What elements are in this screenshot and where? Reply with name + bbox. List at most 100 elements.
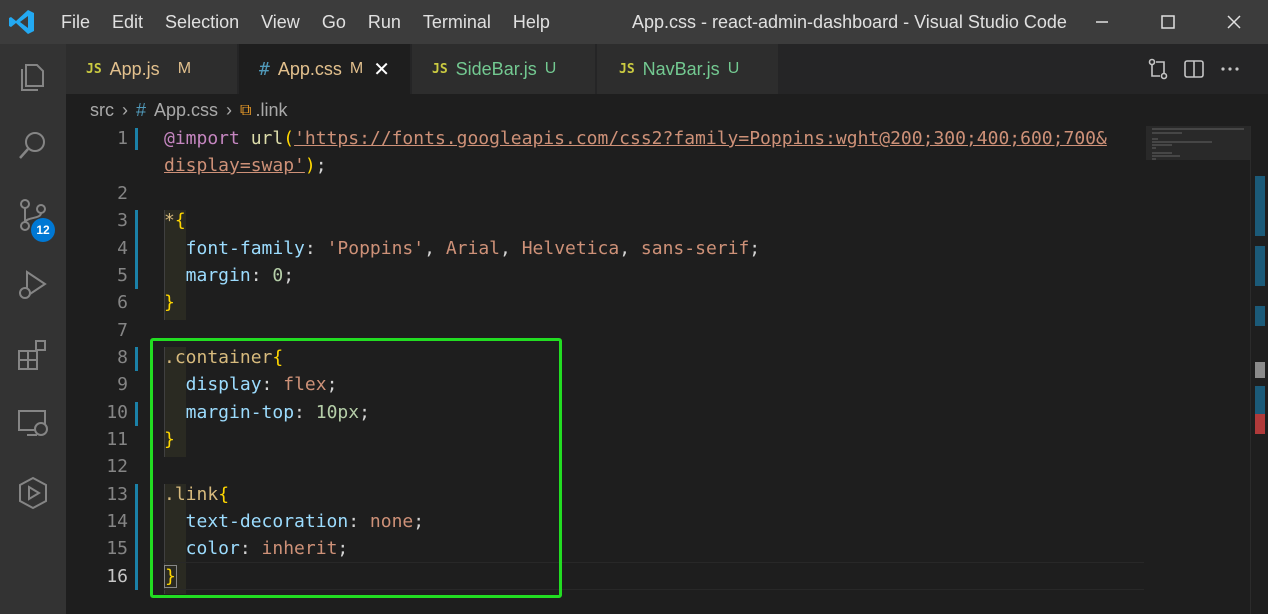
minimap[interactable]	[1146, 126, 1250, 614]
maximize-icon	[1161, 15, 1175, 29]
vscode-logo-icon[interactable]	[8, 8, 36, 36]
run-debug-button[interactable]	[12, 264, 54, 306]
function-name: url	[250, 128, 284, 149]
scrollbar-change-marker	[1255, 386, 1265, 414]
line-number: 12	[106, 456, 128, 477]
minimap-line	[1152, 152, 1172, 154]
scrollbar-change-marker	[1255, 246, 1265, 286]
javascript-file-icon: JS	[86, 61, 102, 77]
comma: ,	[619, 238, 641, 259]
close-button[interactable]	[1204, 0, 1264, 44]
menu-edit[interactable]: Edit	[101, 0, 154, 44]
value: Arial	[445, 238, 500, 259]
scrollbar-cursor-marker	[1255, 414, 1265, 434]
git-status-modified: M	[177, 60, 192, 77]
menu-terminal[interactable]: Terminal	[412, 0, 502, 44]
comma: ,	[500, 238, 522, 259]
search-button[interactable]	[12, 124, 54, 166]
git-change-marker	[135, 402, 138, 426]
tab-app-js[interactable]: JS App.js M	[66, 44, 238, 94]
vertical-scrollbar[interactable]	[1250, 126, 1268, 614]
compare-changes-button[interactable]	[1140, 44, 1176, 94]
more-actions-icon	[1221, 67, 1239, 71]
line-number: 11	[106, 429, 128, 450]
breadcrumb: src › # App.css › ⧉ .link	[66, 94, 1146, 126]
line-number: 10	[106, 402, 128, 423]
selector: *	[164, 210, 175, 231]
editor-actions	[1140, 44, 1248, 94]
tab-app-css[interactable]: # App.css M ✕	[239, 44, 411, 94]
menu-view[interactable]: View	[250, 0, 311, 44]
minimize-icon	[1096, 21, 1108, 23]
minimap-line	[1152, 141, 1212, 143]
line-number: 9	[117, 374, 128, 395]
brace: {	[174, 210, 186, 231]
tab-label: App.css	[277, 58, 342, 79]
search-icon	[19, 132, 45, 159]
line-number: 7	[117, 320, 128, 341]
menu-selection[interactable]: Selection	[154, 0, 250, 44]
value: sans-serif	[640, 238, 750, 259]
explorer-icon	[21, 64, 44, 91]
minimap-line	[1152, 158, 1156, 160]
line-number: 4	[117, 238, 128, 259]
url-string[interactable]: 'https://fonts.googleapis.com/css2?famil…	[294, 128, 1107, 149]
scrollbar-change-marker	[1255, 176, 1265, 236]
code-line-3: *{	[164, 210, 186, 231]
tab-label: NavBar.js	[642, 58, 720, 79]
menu-file[interactable]: File	[50, 0, 101, 44]
maximize-button[interactable]	[1138, 0, 1198, 44]
breadcrumb-symbol[interactable]: .link	[255, 100, 287, 121]
menu-help[interactable]: Help	[502, 0, 561, 44]
value: 'Poppins'	[326, 238, 425, 259]
menu-run[interactable]: Run	[357, 0, 412, 44]
code-line-5: margin: 0;	[164, 265, 294, 286]
paren: )	[304, 155, 316, 176]
chevron-right-icon: ›	[122, 99, 128, 120]
run-debug-icon	[19, 270, 47, 299]
code-line-1-wrap: display=swap');	[164, 155, 327, 176]
minimize-button[interactable]	[1072, 0, 1132, 44]
remote-explorer-button[interactable]	[12, 402, 54, 444]
tab-sidebar-js[interactable]: JS SideBar.js U	[412, 44, 596, 94]
tab-label: SideBar.js	[455, 58, 537, 79]
gitlens-button[interactable]	[12, 472, 54, 514]
brace: }	[164, 292, 175, 313]
menu-bar: File Edit Selection View Go Run Terminal…	[50, 0, 561, 44]
git-change-marker	[135, 484, 138, 590]
line-number: 16	[106, 566, 128, 587]
close-icon	[1227, 15, 1241, 29]
line-number: 15	[106, 538, 128, 559]
gitlens-icon	[19, 476, 47, 510]
minimap-line	[1152, 144, 1172, 146]
breadcrumb-folder[interactable]: src	[90, 100, 114, 121]
extensions-button[interactable]	[12, 334, 54, 376]
code-line-1: @import url('https://fonts.googleapis.co…	[164, 128, 1107, 149]
css-file-icon: #	[259, 58, 270, 80]
colon: :	[250, 265, 273, 286]
colon: :	[304, 238, 327, 259]
scrollbar-thumb[interactable]	[1255, 362, 1265, 378]
menu-go[interactable]: Go	[311, 0, 357, 44]
compare-changes-icon	[1148, 58, 1168, 80]
line-number: 6	[117, 292, 128, 313]
breadcrumb-file[interactable]: App.css	[154, 100, 218, 121]
close-tab-icon[interactable]: ✕	[373, 57, 390, 82]
activity-bar: 12	[0, 44, 66, 614]
more-actions-button[interactable]	[1212, 44, 1248, 94]
title-bar: File Edit Selection View Go Run Terminal…	[0, 0, 1268, 44]
code-line-4: font-family: 'Poppins', Arial, Helvetica…	[164, 238, 760, 259]
git-status-untracked: U	[544, 60, 557, 77]
split-editor-icon	[1184, 60, 1204, 78]
explorer-button[interactable]	[12, 56, 54, 98]
git-status-modified: M	[349, 60, 364, 77]
line-number: 5	[117, 265, 128, 286]
paren: (	[283, 128, 295, 149]
split-editor-button[interactable]	[1176, 44, 1212, 94]
line-number: 8	[117, 347, 128, 368]
tab-label: App.js	[109, 58, 160, 79]
javascript-file-icon: JS	[432, 61, 448, 77]
url-string[interactable]: display=swap'	[164, 155, 305, 176]
line-number: 14	[106, 511, 128, 532]
tab-navbar-js[interactable]: JS NavBar.js U	[597, 44, 779, 94]
